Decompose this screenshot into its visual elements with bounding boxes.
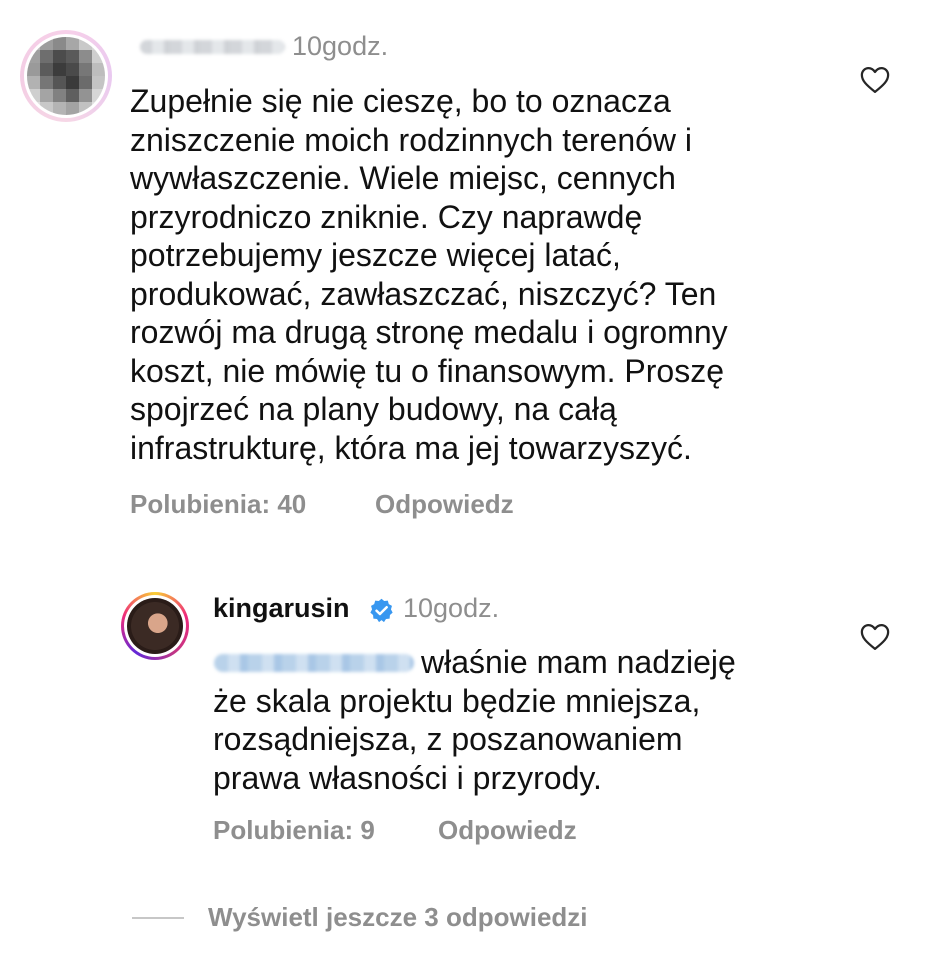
comment-text: Zupełnie się nie cieszę, bo to oznacza z… [130,82,810,467]
heart-outline-icon[interactable] [860,66,890,94]
comment-text-line: infrastrukturę, która ma jej towarzyszyć… [130,429,692,466]
comment-text-line: potrzebujemy jeszcze więcej latać, [130,237,621,273]
reply-reply-button[interactable]: Odpowiedz [438,815,577,846]
reply-text-line-part: właśnie mam nadzieję [421,644,736,680]
comment-text-line: zniszczenie moich rodzinnych terenów i [130,121,693,158]
comment-likes-count[interactable]: Polubienia: 40 [130,489,306,520]
reply-text-line: prawa własności i przyrody. [213,759,602,796]
comment-text-line: koszt, nie mówię tu o finansowym. Proszę [130,352,725,389]
comment-text-line: Zupełnie się nie cieszę, bo to oznacza [130,83,671,119]
reply-text-line: rozsądniejsza, z poszanowaniem [213,721,683,757]
comment-text-line: rozwój ma drugą stronę medalu i ogromny [130,314,728,350]
reply-avatar [127,598,183,654]
more-replies-divider [132,917,184,919]
heart-outline-icon[interactable] [860,623,890,651]
comment-text-line: przyrodniczo zniknie. Czy naprawdę [130,198,643,235]
comment-reply-button[interactable]: Odpowiedz [375,489,514,520]
reply-text: właśnie mam nadzieję że skala projektu b… [213,643,833,797]
comment-text-line: wywłaszczenie. Wiele miejsc, cennych [130,160,676,196]
reply-timestamp: 10godz. [403,593,500,623]
commenter-avatar-ring[interactable] [20,30,112,122]
reply-likes-count[interactable]: Polubienia: 9 [213,815,375,846]
comment-timestamp: 10godz. [292,31,389,61]
commenter-username-redacted[interactable] [140,40,285,54]
view-more-replies-button[interactable]: Wyświetl jeszcze 3 odpowiedzi [208,902,588,933]
commenter-avatar [27,37,105,115]
verified-badge-icon [370,598,393,623]
comment-text-line: produkować, zawłaszczać, niszczyć? Ten [130,275,717,312]
reply-text-line: właśnie mam nadzieję [213,643,833,682]
reply-text-line: że skala projektu będzie mniejsza, [213,682,701,719]
comment-text-line: spojrzeć na plany budowy, na całą [130,391,617,427]
reply-username[interactable]: kingarusin [213,593,350,624]
reply-avatar-ring[interactable] [121,592,189,660]
